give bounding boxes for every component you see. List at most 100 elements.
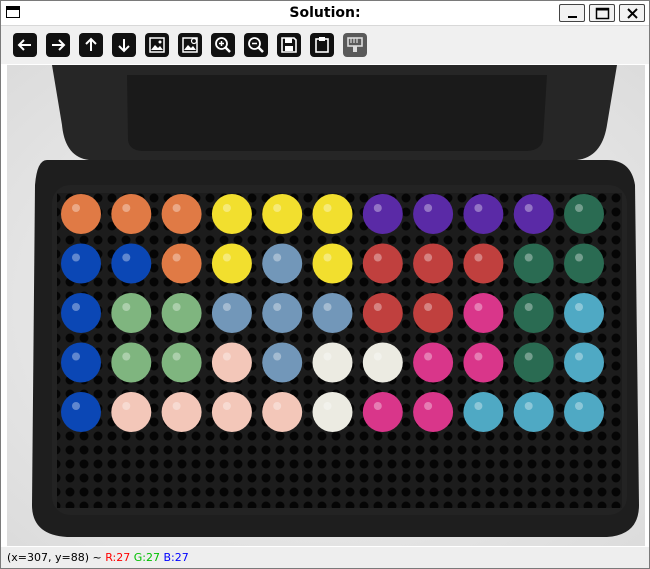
puzzle-ball-highlight xyxy=(373,352,382,361)
puzzle-ball xyxy=(111,194,152,234)
puzzle-ball xyxy=(61,342,101,383)
puzzle-ball xyxy=(262,293,303,333)
pan-up-button[interactable] xyxy=(79,33,103,57)
puzzle-ball-highlight xyxy=(172,204,181,212)
puzzle-ball-highlight xyxy=(222,352,231,361)
puzzle-ball-highlight xyxy=(222,204,231,212)
puzzle-ball-highlight xyxy=(474,253,483,262)
puzzle-ball xyxy=(463,342,504,383)
pan-left-icon xyxy=(17,39,31,51)
puzzle-ball-highlight xyxy=(575,204,583,212)
close-button[interactable] xyxy=(619,4,645,22)
save-button[interactable] xyxy=(277,33,301,57)
pan-right-button[interactable] xyxy=(46,33,70,57)
zoom-out-icon xyxy=(248,37,264,53)
puzzle-ball xyxy=(312,243,353,284)
zoom-original-button[interactable] xyxy=(178,33,202,57)
puzzle-ball-highlight xyxy=(323,253,332,262)
maximize-button[interactable] xyxy=(589,4,615,22)
puzzle-ball-highlight xyxy=(273,204,282,212)
puzzle-ball-highlight xyxy=(122,204,131,212)
zoom-fit-button[interactable] xyxy=(145,33,169,57)
puzzle-ball xyxy=(413,342,454,383)
puzzle-ball-highlight xyxy=(273,352,282,361)
puzzle-ball xyxy=(111,392,152,432)
properties-icon xyxy=(347,37,363,52)
zoom-in-button[interactable] xyxy=(211,33,235,57)
puzzle-ball-highlight xyxy=(373,303,382,311)
puzzle-ball xyxy=(564,342,604,383)
copy-clipboard-button[interactable] xyxy=(310,33,334,57)
puzzle-ball xyxy=(262,243,303,284)
puzzle-ball-highlight xyxy=(474,204,483,212)
puzzle-ball-highlight xyxy=(474,303,483,311)
puzzle-ball-highlight xyxy=(323,204,332,212)
puzzle-ball xyxy=(211,293,252,333)
puzzle-ball-highlight xyxy=(222,303,231,311)
puzzle-ball xyxy=(513,194,554,234)
zoom-original-icon xyxy=(182,37,198,53)
puzzle-ball-highlight xyxy=(72,204,80,212)
puzzle-ball-highlight xyxy=(575,352,583,361)
status-red: R:27 xyxy=(105,551,131,564)
puzzle-ball-highlight xyxy=(323,352,332,361)
puzzle-ball-highlight xyxy=(122,402,131,410)
puzzle-ball-highlight xyxy=(424,253,433,262)
puzzle-ball xyxy=(161,392,202,432)
puzzle-ball xyxy=(312,194,353,234)
title-bar: Solution: xyxy=(1,1,649,26)
puzzle-ball xyxy=(312,293,353,333)
puzzle-ball-highlight xyxy=(222,402,231,410)
puzzle-ball xyxy=(463,243,504,284)
pan-left-button[interactable] xyxy=(13,33,37,57)
pan-down-button[interactable] xyxy=(112,33,136,57)
puzzle-ball xyxy=(362,392,403,432)
minimize-button[interactable] xyxy=(559,4,585,22)
puzzle-ball xyxy=(413,392,454,432)
puzzle-ball-highlight xyxy=(273,402,282,410)
window-title: Solution: xyxy=(289,5,361,21)
properties-button[interactable] xyxy=(343,33,367,57)
pan-right-icon xyxy=(52,39,66,51)
puzzle-ball xyxy=(211,392,252,432)
status-bar: (x=307, y=88) ~ R:27 G:27 B:27 xyxy=(1,547,649,568)
puzzle-ball-highlight xyxy=(424,352,433,361)
puzzle-ball-highlight xyxy=(122,352,131,361)
copy-clipboard-icon xyxy=(315,37,329,53)
image-canvas[interactable] xyxy=(7,65,645,546)
app-window: Solution: (x=307, y=88) ~ R:27 G:27 B:27 xyxy=(0,0,650,569)
puzzle-ball-highlight xyxy=(575,253,583,262)
puzzle-ball-highlight xyxy=(323,303,332,311)
puzzle-ball-highlight xyxy=(575,303,583,311)
puzzle-ball-highlight xyxy=(122,253,131,262)
zoom-in-icon xyxy=(215,37,231,53)
puzzle-ball xyxy=(564,293,604,333)
puzzle-ball-highlight xyxy=(72,303,80,311)
status-green: G:27 xyxy=(133,551,160,564)
minimize-icon xyxy=(568,16,577,18)
puzzle-ball-highlight xyxy=(424,402,433,410)
puzzle-ball-highlight xyxy=(524,402,533,410)
pan-down-icon xyxy=(118,39,130,53)
puzzle-ball-highlight xyxy=(323,402,332,410)
puzzle-ball xyxy=(61,392,101,432)
puzzle-ball xyxy=(463,293,504,333)
puzzle-ball-highlight xyxy=(524,352,533,361)
puzzle-ball xyxy=(513,243,554,284)
puzzle-ball xyxy=(211,243,252,284)
puzzle-ball-highlight xyxy=(524,204,533,212)
puzzle-ball-highlight xyxy=(222,253,231,262)
puzzle-ball-highlight xyxy=(424,303,433,311)
puzzle-ball-highlight xyxy=(373,204,382,212)
puzzle-ball xyxy=(262,342,303,383)
puzzle-ball-highlight xyxy=(575,402,583,410)
close-icon xyxy=(627,8,638,19)
case-lid-inner xyxy=(127,75,547,151)
puzzle-ball xyxy=(413,194,454,234)
puzzle-ball xyxy=(161,243,202,284)
puzzle-ball xyxy=(513,293,554,333)
puzzle-ball xyxy=(61,243,101,284)
puzzle-ball xyxy=(161,293,202,333)
puzzle-ball xyxy=(413,243,454,284)
zoom-out-button[interactable] xyxy=(244,33,268,57)
